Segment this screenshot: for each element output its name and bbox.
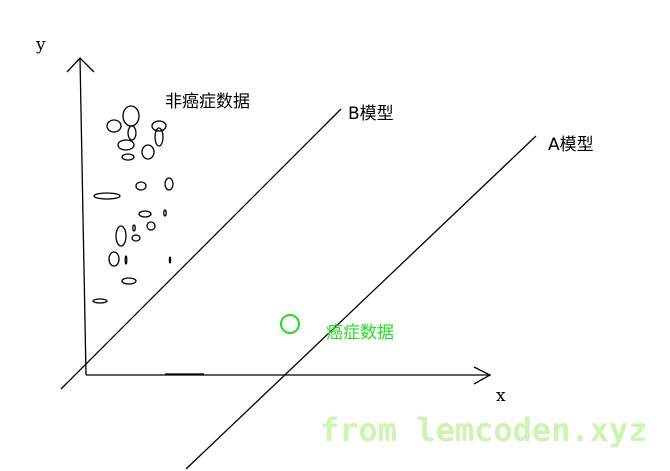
data-point <box>164 177 174 191</box>
data-point <box>122 105 140 127</box>
data-point <box>151 120 167 132</box>
y-axis-label: y <box>35 35 46 55</box>
data-point <box>121 153 135 161</box>
model-b-label: B模型 <box>348 104 394 124</box>
cancer-data-point <box>280 314 300 334</box>
model-b-line <box>60 108 342 390</box>
data-point <box>115 225 127 247</box>
data-point <box>117 139 135 151</box>
x-axis-label: x <box>496 386 506 406</box>
data-point <box>146 221 156 231</box>
data-point <box>121 277 137 285</box>
data-point <box>138 210 152 218</box>
non-cancer-data-points <box>92 105 174 304</box>
data-point <box>135 181 147 191</box>
data-point <box>92 298 108 304</box>
x-axis: x <box>86 366 506 406</box>
data-point <box>93 192 121 200</box>
data-point <box>108 251 120 267</box>
watermark: from lemcoden.xyz <box>320 411 648 449</box>
data-point <box>131 234 141 242</box>
diagram-canvas: y x B模型 A模型 非癌症数据 癌症数据 from lemcoden.xyz <box>35 35 648 470</box>
cancer-label: 癌症数据 <box>326 323 394 343</box>
model-a-label: A模型 <box>548 135 594 155</box>
data-point <box>106 119 122 133</box>
non-cancer-label: 非癌症数据 <box>165 92 250 112</box>
data-point <box>163 209 167 217</box>
y-axis: y <box>35 35 95 376</box>
data-point <box>168 256 172 264</box>
data-point <box>127 125 137 141</box>
data-point <box>124 255 128 265</box>
data-point <box>141 144 155 160</box>
data-point <box>132 224 136 232</box>
